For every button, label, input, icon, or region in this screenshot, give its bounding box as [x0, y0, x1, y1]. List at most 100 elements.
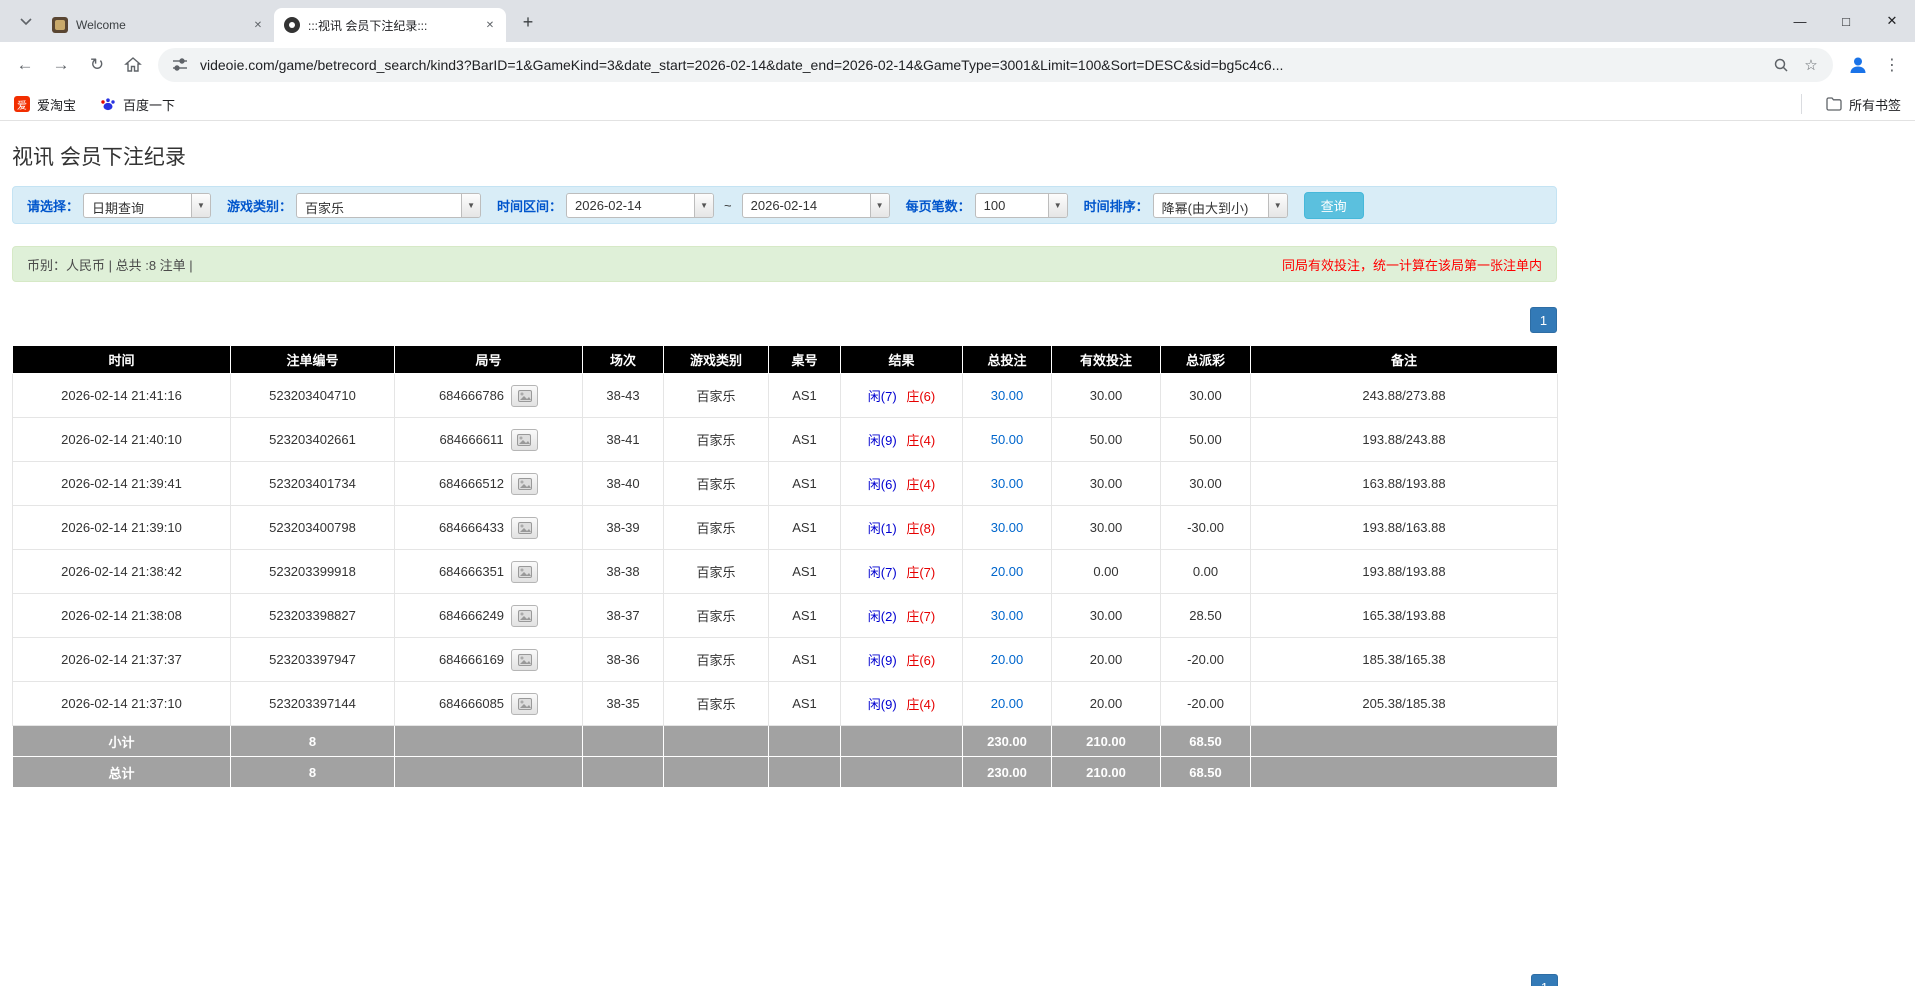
total-bet-link[interactable]: 30.00: [991, 388, 1024, 403]
result-banker: 庄(4): [906, 477, 935, 492]
tab-close-icon[interactable]: ✕: [482, 17, 498, 33]
dropdown-arrow-icon[interactable]: ▼: [1268, 194, 1287, 217]
round-detail-icon[interactable]: [511, 473, 538, 495]
query-type-select[interactable]: 日期查询 ▼: [83, 193, 211, 218]
result-banker: 庄(6): [906, 389, 935, 404]
result-player: 闲(2): [868, 609, 897, 624]
round-detail-icon[interactable]: [511, 693, 538, 715]
cell-session: 38-41: [583, 418, 664, 462]
browser-window: Welcome ✕ :::视讯 会员下注纪录::: ✕ + — □ ✕ ← → …: [0, 0, 1915, 986]
total-bet-link[interactable]: 20.00: [991, 652, 1024, 667]
cell-session: 38-36: [583, 638, 664, 682]
close-button[interactable]: ✕: [1869, 0, 1915, 42]
dropdown-arrow-icon[interactable]: ▼: [694, 194, 713, 217]
cell-game: 百家乐: [664, 594, 769, 638]
result-banker: 庄(4): [906, 697, 935, 712]
total-bet-link[interactable]: 20.00: [991, 696, 1024, 711]
new-tab-button[interactable]: +: [514, 8, 542, 36]
sort-select[interactable]: 降幂(由大到小) ▼: [1153, 193, 1288, 218]
cell-note: 193.88/163.88: [1251, 506, 1558, 550]
subtotal-count: 8: [231, 726, 395, 757]
maximize-button[interactable]: □: [1823, 0, 1869, 42]
result-player: 闲(7): [868, 389, 897, 404]
result-player: 闲(9): [868, 697, 897, 712]
home-icon: [124, 56, 142, 74]
pagination: 1: [12, 307, 1557, 333]
round-detail-icon[interactable]: [511, 561, 538, 583]
round-detail-icon[interactable]: [511, 385, 538, 407]
tab-search-button[interactable]: [12, 8, 40, 36]
dropdown-arrow-icon[interactable]: ▼: [191, 194, 210, 217]
bottom-page-number-button[interactable]: 1: [1531, 974, 1558, 986]
footer-cell: [1251, 757, 1558, 788]
address-bar[interactable]: videoie.com/game/betrecord_search/kind3?…: [158, 48, 1833, 82]
tab-close-icon[interactable]: ✕: [250, 17, 266, 33]
game-kind-select[interactable]: 百家乐 ▼: [296, 193, 481, 218]
cell-bet-id: 523203402661: [231, 418, 395, 462]
page-number-button[interactable]: 1: [1530, 307, 1557, 333]
round-number: 684666433: [439, 520, 504, 535]
header-payout: 总派彩: [1161, 346, 1251, 374]
round-number: 684666249: [439, 608, 504, 623]
header-total-bet: 总投注: [963, 346, 1052, 374]
dropdown-arrow-icon[interactable]: ▼: [1048, 194, 1067, 217]
minimize-button[interactable]: —: [1777, 0, 1823, 42]
footer-cell: [395, 757, 583, 788]
round-detail-icon[interactable]: [511, 605, 538, 627]
per-page-select[interactable]: 100 ▼: [975, 193, 1068, 218]
total-row: 总计 8 230.00 210.00 68.50: [13, 757, 1558, 788]
cell-total-bet: 20.00: [963, 638, 1052, 682]
bookmark-aitaobao[interactable]: 爱 爱淘宝: [14, 95, 76, 114]
header-note: 备注: [1251, 346, 1558, 374]
cell-valid-bet: 20.00: [1052, 638, 1161, 682]
bookmarks-divider: [1801, 94, 1802, 114]
home-button[interactable]: [116, 48, 150, 82]
back-button[interactable]: ←: [8, 48, 42, 82]
round-detail-icon[interactable]: [511, 429, 538, 451]
browser-toolbar: ← → ↻ videoie.com/game/betrecord_search/…: [0, 42, 1915, 88]
zoom-icon[interactable]: [1771, 55, 1791, 75]
round-number: 684666786: [439, 388, 504, 403]
cell-valid-bet: 30.00: [1052, 374, 1161, 418]
dropdown-arrow-icon[interactable]: ▼: [461, 194, 480, 217]
table-row: 2026-02-14 21:38:08 523203398827 6846662…: [13, 594, 1558, 638]
tab-favicon: [284, 17, 300, 33]
cell-result: 闲(1) 庄(8): [841, 506, 963, 550]
cell-table: AS1: [769, 550, 841, 594]
forward-button[interactable]: →: [44, 48, 78, 82]
cell-time: 2026-02-14 21:39:41: [13, 462, 231, 506]
cell-payout: 28.50: [1161, 594, 1251, 638]
total-bet-link[interactable]: 30.00: [991, 476, 1024, 491]
total-bet-link[interactable]: 20.00: [991, 564, 1024, 579]
date-end-select[interactable]: 2026-02-14 ▼: [742, 193, 890, 218]
total-bet-link[interactable]: 30.00: [991, 520, 1024, 535]
header-round: 局号: [395, 346, 583, 374]
total-bet-link[interactable]: 30.00: [991, 608, 1024, 623]
sort-value: 降幂(由大到小): [1154, 194, 1268, 217]
site-info-icon[interactable]: [170, 55, 190, 75]
all-bookmarks-button[interactable]: 所有书签: [1826, 95, 1901, 114]
total-label: 总计: [13, 757, 231, 788]
tab-betrecord[interactable]: :::视讯 会员下注纪录::: ✕: [274, 8, 506, 42]
game-kind-label: 游戏类别：: [227, 196, 292, 215]
total-bet-link[interactable]: 50.00: [991, 432, 1024, 447]
tab-welcome[interactable]: Welcome ✕: [42, 8, 274, 42]
total-total-bet: 230.00: [963, 757, 1052, 788]
dropdown-arrow-icon[interactable]: ▼: [870, 194, 889, 217]
profile-avatar[interactable]: [1841, 48, 1875, 82]
url-text[interactable]: videoie.com/game/betrecord_search/kind3?…: [200, 57, 1761, 73]
cell-time: 2026-02-14 21:38:08: [13, 594, 231, 638]
cell-table: AS1: [769, 638, 841, 682]
cell-payout: 30.00: [1161, 374, 1251, 418]
round-detail-icon[interactable]: [511, 517, 538, 539]
browser-menu-button[interactable]: ⋮: [1877, 48, 1907, 82]
cell-payout: -30.00: [1161, 506, 1251, 550]
round-detail-icon[interactable]: [511, 649, 538, 671]
bookmark-star-icon[interactable]: ☆: [1801, 55, 1821, 75]
date-start-select[interactable]: 2026-02-14 ▼: [566, 193, 714, 218]
bookmark-baidu[interactable]: 百度一下: [100, 95, 175, 114]
table-row: 2026-02-14 21:40:10 523203402661 6846666…: [13, 418, 1558, 462]
refresh-button[interactable]: ↻: [80, 48, 114, 82]
search-button[interactable]: 查询: [1304, 192, 1364, 219]
game-kind-value: 百家乐: [297, 194, 461, 217]
